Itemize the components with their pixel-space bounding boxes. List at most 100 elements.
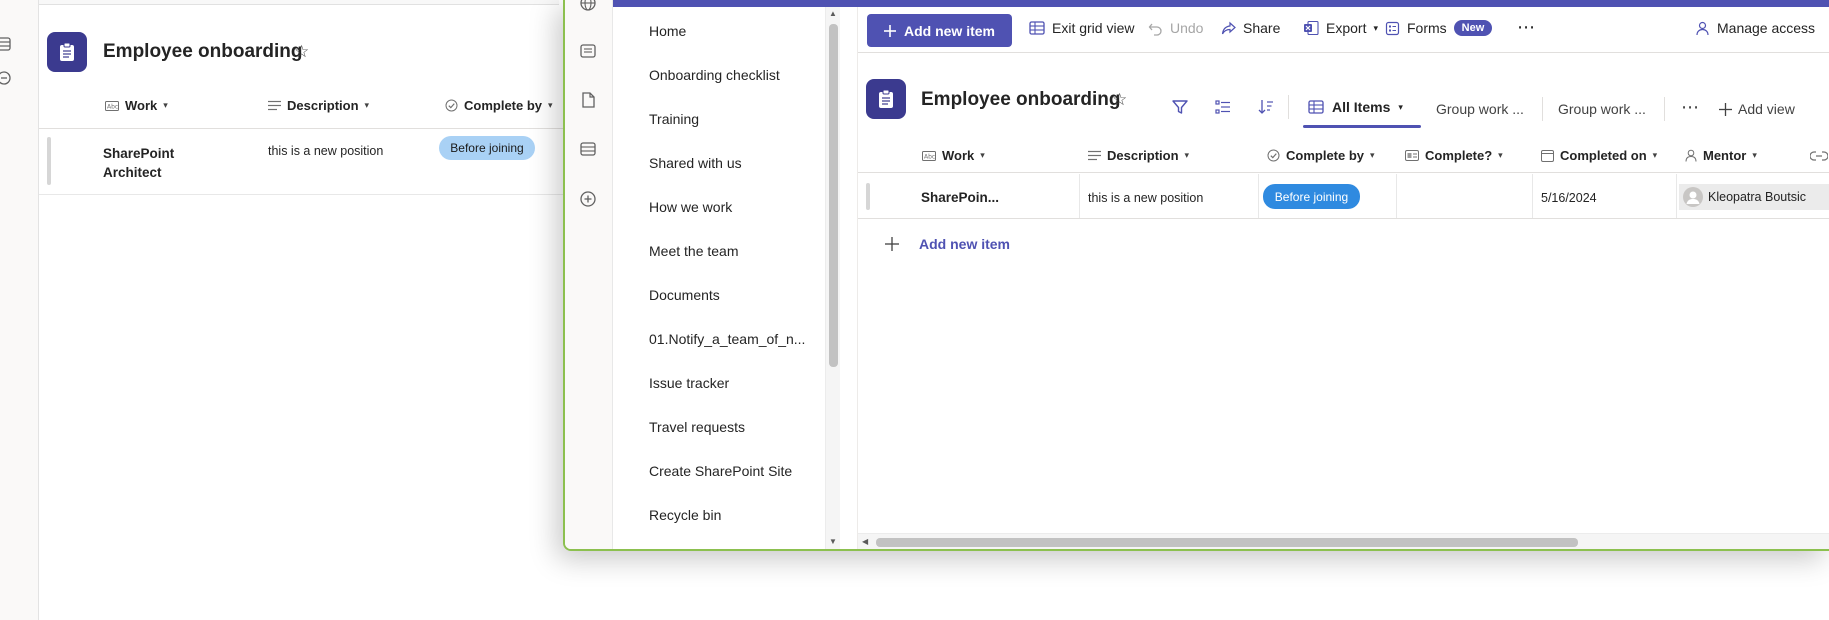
forms-button[interactable]: Forms New: [1385, 20, 1493, 36]
background-row-work[interactable]: SharePoint Architect: [103, 144, 174, 182]
export-button[interactable]: Export ▾: [1303, 20, 1378, 36]
nav-item-notify-team[interactable]: 01.Notify_a_team_of_n...: [649, 331, 805, 347]
nav-scrollbar[interactable]: ▲ ▼: [825, 7, 840, 549]
column-work[interactable]: Abc Work ▾: [922, 148, 985, 163]
avatar: [1683, 187, 1703, 207]
person-icon: [1685, 149, 1697, 162]
column-complete-by[interactable]: Complete by ▾: [1267, 148, 1375, 163]
list-logo-icon: [866, 79, 906, 119]
view-tab-group-work-2[interactable]: Group work ...: [1558, 101, 1646, 117]
row-completed-on[interactable]: 5/16/2024: [1541, 191, 1597, 205]
nav-item-shared-with-us[interactable]: Shared with us: [649, 155, 742, 171]
nav-item-travel-requests[interactable]: Travel requests: [649, 419, 745, 435]
nav-item-documents[interactable]: Documents: [649, 287, 720, 303]
nav-item-issue-tracker[interactable]: Issue tracker: [649, 375, 729, 391]
background-app-rail: [0, 0, 39, 620]
scroll-down-arrow-icon[interactable]: ▼: [829, 537, 837, 546]
multiline-text-icon: [1088, 150, 1101, 161]
divider: [858, 218, 1829, 219]
background-complete-by-pill: Before joining: [439, 136, 535, 160]
exit-grid-view-button[interactable]: Exit grid view: [1029, 20, 1134, 36]
add-new-item-row[interactable]: Add new item: [885, 236, 1010, 252]
text-field-icon: Abc: [922, 150, 936, 161]
undo-button[interactable]: Undo: [1148, 20, 1203, 36]
column-completed-on[interactable]: Completed on ▾: [1541, 148, 1657, 163]
favorite-star-icon[interactable]: ☆: [294, 42, 309, 62]
row-select-handle[interactable]: [47, 137, 51, 185]
sort-icon[interactable]: [1256, 97, 1276, 117]
forms-icon: [1385, 21, 1400, 35]
more-commands-button[interactable]: ⋯: [1517, 17, 1535, 38]
horizontal-scrollbar-thumb[interactable]: [876, 538, 1578, 547]
grid-icon: [1029, 21, 1045, 35]
scroll-left-arrow-icon[interactable]: ◀: [862, 537, 868, 546]
link-column-icon: [1810, 151, 1828, 161]
nav-item-how-we-work[interactable]: How we work: [649, 199, 732, 215]
column-mentor[interactable]: Mentor ▾: [1685, 148, 1757, 163]
view-tab-group-work-1[interactable]: Group work ...: [1436, 101, 1524, 117]
chevron-down-icon: ▾: [1398, 101, 1403, 112]
add-circle-icon[interactable]: [579, 190, 597, 208]
manage-access-button[interactable]: Manage access: [1695, 20, 1815, 36]
divider: [39, 128, 563, 129]
column-description[interactable]: Description ▾: [1088, 148, 1189, 163]
add-new-item-button[interactable]: Add new item: [867, 14, 1012, 47]
nav-item-home[interactable]: Home: [649, 23, 686, 39]
grid-view-icon: [1308, 100, 1324, 114]
add-new-item-link[interactable]: Add new item: [919, 236, 1010, 252]
nav-item-recycle-bin[interactable]: Recycle bin: [649, 507, 721, 523]
list-content: Add new item Exit grid view Undo Share E…: [857, 7, 1829, 549]
plus-icon: [883, 24, 896, 37]
news-icon[interactable]: [579, 42, 597, 60]
chevron-down-icon: ▾: [1184, 150, 1190, 160]
chevron-down-icon: ▾: [980, 150, 985, 160]
horizontal-scrollbar[interactable]: ◀: [858, 533, 1829, 549]
window-top-band: [565, 0, 1829, 7]
column-complete[interactable]: Complete? ▾: [1405, 148, 1503, 163]
choice-check-icon: [1267, 149, 1280, 162]
group-by-icon[interactable]: [1213, 97, 1233, 117]
row-work[interactable]: SharePoin...: [921, 190, 999, 205]
mentor-person-chip[interactable]: Kleopatra Boutsic: [1679, 184, 1829, 210]
chevron-down-icon: ▾: [364, 100, 370, 110]
globe-icon[interactable]: [579, 0, 597, 12]
calendar-icon: [1541, 150, 1554, 162]
yes-no-icon: [1405, 150, 1419, 161]
complete-by-pill[interactable]: Before joining: [1263, 184, 1360, 209]
row-description[interactable]: this is a new position: [1088, 191, 1203, 205]
list-title: Employee onboarding: [921, 89, 1121, 110]
document-icon[interactable]: [579, 91, 597, 109]
choice-check-icon: [445, 99, 458, 112]
background-top-strip: [39, 0, 559, 5]
nav-item-meet-the-team[interactable]: Meet the team: [649, 243, 739, 259]
add-circle-icon[interactable]: [0, 70, 12, 86]
mentor-name: Kleopatra Boutsic: [1708, 190, 1806, 204]
multiline-text-icon: [268, 100, 281, 111]
nav-scrollbar-thumb[interactable]: [829, 24, 838, 367]
list-icon[interactable]: [0, 36, 12, 52]
site-navigation: Home Onboarding checklist Training Share…: [613, 7, 825, 549]
nav-item-onboarding-checklist[interactable]: Onboarding checklist: [649, 67, 780, 83]
list-icon[interactable]: [579, 140, 597, 158]
nav-item-create-sharepoint-site[interactable]: Create SharePoint Site: [649, 463, 792, 479]
chevron-down-icon: ▾: [1752, 150, 1757, 160]
background-column-complete-by[interactable]: Complete by ▾: [445, 98, 553, 113]
row-select-handle[interactable]: [866, 183, 870, 210]
add-view-button[interactable]: Add view: [1719, 101, 1795, 117]
more-views-button[interactable]: ⋯: [1681, 97, 1699, 118]
chevron-down-icon: ▾: [1652, 150, 1658, 160]
background-column-work[interactable]: Abc Work ▾: [105, 98, 168, 113]
background-column-description[interactable]: Description ▾: [268, 98, 369, 113]
list-grid: Abc Work ▾ Description ▾ Complete by ▾ Comp…: [858, 134, 1829, 549]
favorite-star-icon[interactable]: ☆: [1112, 90, 1127, 110]
view-tab-all-items[interactable]: All Items ▾: [1308, 99, 1403, 115]
filter-icon[interactable]: [1170, 97, 1190, 117]
scroll-up-arrow-icon[interactable]: ▲: [829, 9, 837, 18]
share-button[interactable]: Share: [1221, 20, 1280, 36]
chevron-down-icon: ▾: [1373, 22, 1378, 33]
nav-item-training[interactable]: Training: [649, 111, 699, 127]
share-icon: [1221, 21, 1236, 34]
list-logo-icon: [47, 32, 87, 72]
text-field-icon: Abc: [105, 100, 119, 111]
chevron-down-icon: ▾: [548, 100, 553, 110]
